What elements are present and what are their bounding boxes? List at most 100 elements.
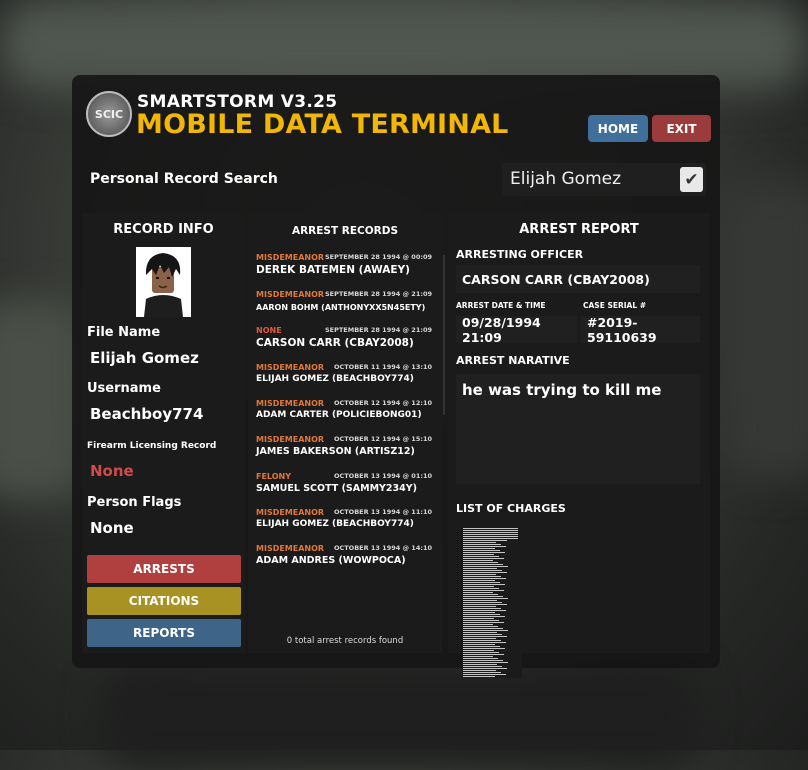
charge-line xyxy=(463,642,506,643)
search-input[interactable] xyxy=(510,168,668,190)
charge-line xyxy=(463,594,498,595)
charge-line xyxy=(463,644,495,645)
charge-line xyxy=(463,638,496,639)
scrollbar[interactable] xyxy=(443,255,445,415)
record-type: MISDEMEANOR xyxy=(256,399,325,408)
charge-line xyxy=(463,556,499,557)
charge-line xyxy=(463,664,497,665)
record-date: OCTOBER 13 1994 @ 14:10 xyxy=(333,544,432,552)
record-name: ADAM CARTER (POLICIEBONG01) xyxy=(256,410,422,420)
charge-line xyxy=(463,564,503,565)
charge-line xyxy=(463,538,518,539)
record-date: OCTOBER 12 1994 @ 12:10 xyxy=(333,399,432,407)
arrest-record-item[interactable]: MISDEMEANOR OCTOBER 11 1994 @ 13:10 ELIJ… xyxy=(254,363,438,396)
file-name-value: Elijah Gomez xyxy=(90,349,199,367)
charge-line xyxy=(463,592,493,593)
arrest-record-item[interactable]: MISDEMEANOR OCTOBER 12 1994 @ 15:10 JAME… xyxy=(254,435,438,468)
firearm-value: None xyxy=(90,462,134,480)
search-checkbox[interactable]: ✔ xyxy=(680,167,703,192)
arrest-record-item[interactable]: FELONY OCTOBER 13 1994 @ 01:10 SAMUEL SC… xyxy=(254,472,438,505)
record-date: OCTOBER 13 1994 @ 01:10 xyxy=(333,472,432,480)
background-shape xyxy=(720,180,808,480)
charge-line xyxy=(463,548,495,549)
arrest-record-item[interactable]: MISDEMEANOR OCTOBER 12 1994 @ 12:10 ADAM… xyxy=(254,399,438,432)
narrative-label: ARREST NARATIVE xyxy=(456,354,570,367)
charge-line xyxy=(463,662,508,663)
person-flags-value: None xyxy=(90,519,134,537)
arrest-record-item[interactable]: MISDEMEANOR SEPTEMBER 28 1994 @ 21:09 AA… xyxy=(254,290,438,323)
charge-line xyxy=(463,670,496,671)
charge-line xyxy=(463,554,494,555)
charge-line xyxy=(463,532,518,533)
arrest-record-item[interactable]: MISDEMEANOR OCTOBER 13 1994 @ 14:10 ADAM… xyxy=(254,544,438,577)
charge-line xyxy=(463,562,498,563)
record-type: NONE xyxy=(256,326,282,335)
charge-line xyxy=(463,608,501,609)
charge-line xyxy=(463,674,506,675)
username-value: Beachboy774 xyxy=(90,405,204,423)
home-button[interactable]: HOME xyxy=(588,115,648,142)
charge-line xyxy=(463,606,496,607)
case-serial-value: #2019-59110639 xyxy=(581,315,700,345)
charge-line xyxy=(463,604,507,605)
citations-button[interactable]: CITATIONS xyxy=(87,587,241,615)
charge-line xyxy=(463,528,518,529)
record-name: ELIJAH GOMEZ (BEACHBOY774) xyxy=(256,374,414,384)
charge-line xyxy=(463,640,501,641)
charge-line xyxy=(463,566,508,567)
charge-line xyxy=(463,574,496,575)
avatar xyxy=(136,247,191,317)
search-label: Personal Record Search xyxy=(90,171,278,187)
charge-line xyxy=(463,540,507,541)
record-type: FELONY xyxy=(256,472,292,481)
charge-line xyxy=(463,590,504,591)
charge-line xyxy=(463,530,518,531)
arrest-record-item[interactable]: MISDEMEANOR OCTOBER 13 1994 @ 11:10 ELIJ… xyxy=(254,508,438,541)
record-name: JAMES BAKERSON (ARTISZ12) xyxy=(256,446,415,457)
charge-line xyxy=(463,626,498,627)
charge-line xyxy=(463,622,504,623)
charge-line xyxy=(463,666,502,667)
charges-label: LIST OF CHARGES xyxy=(456,502,566,515)
charge-line xyxy=(463,544,501,545)
charge-line xyxy=(463,578,506,579)
charge-line xyxy=(463,652,499,653)
arrest-report-heading: ARREST REPORT xyxy=(519,222,639,237)
charge-line xyxy=(463,620,499,621)
charge-line xyxy=(463,648,505,649)
search-box: ✔ xyxy=(502,163,706,196)
charge-line xyxy=(463,546,506,547)
avatar-image xyxy=(136,247,191,317)
file-name-label: File Name xyxy=(87,325,161,340)
exit-button[interactable]: EXIT xyxy=(652,115,711,142)
charge-line xyxy=(463,614,500,615)
charge-line xyxy=(463,660,503,661)
charge-line xyxy=(463,584,505,585)
arrest-record-item[interactable]: MISDEMEANOR SEPTEMBER 28 1994 @ 00:09 DE… xyxy=(254,253,438,286)
person-flags-label: Person Flags xyxy=(87,495,182,510)
record-type: MISDEMEANOR xyxy=(256,544,325,553)
arrests-button[interactable]: ARRESTS xyxy=(87,555,241,583)
charge-line xyxy=(463,536,518,537)
charge-line xyxy=(463,534,518,535)
charge-line xyxy=(463,600,497,601)
record-date: SEPTEMBER 28 1994 @ 00:09 xyxy=(324,253,432,261)
charge-line xyxy=(463,616,505,617)
arrest-record-item[interactable]: NONE SEPTEMBER 28 1994 @ 21:09 CARSON CA… xyxy=(254,326,438,359)
charge-line xyxy=(463,586,494,587)
username-label: Username xyxy=(87,381,161,396)
charge-line xyxy=(463,630,508,631)
record-date: SEPTEMBER 28 1994 @ 21:09 xyxy=(324,326,432,334)
charge-line xyxy=(463,658,498,659)
charge-line xyxy=(463,550,500,551)
charge-line xyxy=(463,576,501,577)
case-serial-label: CASE SERIAL # xyxy=(583,301,647,310)
charge-line xyxy=(463,598,508,599)
officer-label: ARRESTING OFFICER xyxy=(456,248,584,261)
reports-button[interactable]: REPORTS xyxy=(87,619,241,647)
record-name: DEREK BATEMEN (AWAEY) xyxy=(256,264,410,276)
background-shape xyxy=(100,660,700,770)
charge-line xyxy=(463,632,497,633)
app-title: MOBILE DATA TERMINAL xyxy=(136,109,509,140)
record-type: MISDEMEANOR xyxy=(256,435,325,444)
